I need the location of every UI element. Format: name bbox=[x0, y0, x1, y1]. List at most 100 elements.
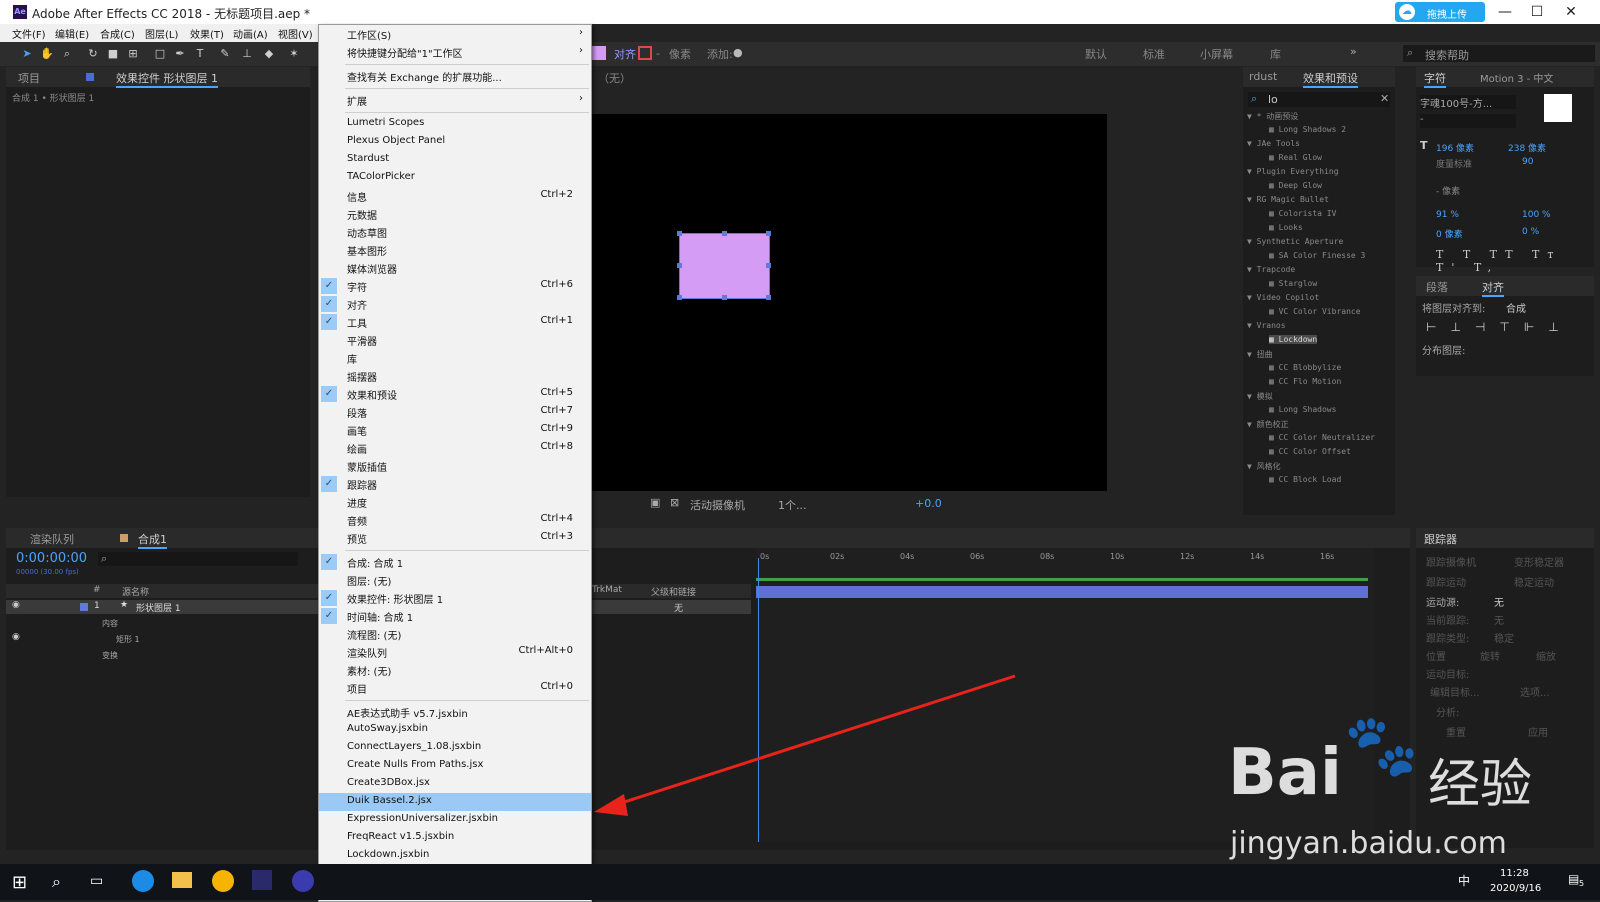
clone-stamp-tool-icon[interactable]: ⊥ bbox=[240, 47, 254, 61]
add-button-icon[interactable]: ● bbox=[733, 46, 743, 59]
puppet-tool-icon[interactable]: ✶ bbox=[287, 47, 301, 61]
playhead[interactable] bbox=[758, 558, 759, 842]
brush-tool-icon[interactable]: ✎ bbox=[218, 47, 232, 61]
layer-name[interactable]: 形状图层 1 bbox=[136, 601, 181, 614]
reset-button[interactable]: 重置 bbox=[1446, 724, 1466, 739]
effect-item[interactable]: ▦ Colorista IV bbox=[1269, 209, 1336, 218]
timeline-track-area[interactable]: 0s 02s 04s 06s 08s 10s 12s 14s 16s bbox=[756, 548, 1374, 842]
workspace-standard[interactable]: 标准 bbox=[1143, 46, 1165, 62]
baseline-shift-value[interactable]: 0 像素 bbox=[1436, 227, 1463, 240]
shape-layer-rectangle[interactable] bbox=[677, 231, 771, 300]
effect-item[interactable]: ▦ CC Block Load bbox=[1269, 475, 1341, 484]
eraser-tool-icon[interactable]: ◆ bbox=[262, 47, 276, 61]
clock-date[interactable]: 2020/9/16 bbox=[1490, 883, 1541, 894]
effects-group[interactable]: ▼ Vranos bbox=[1247, 321, 1286, 330]
fill-color-swatch[interactable] bbox=[592, 46, 606, 60]
camera-select[interactable]: 活动摄像机 bbox=[690, 497, 745, 513]
task-view-icon[interactable]: ▭ bbox=[90, 873, 103, 889]
effects-group[interactable]: ▼ JAe Tools bbox=[1247, 139, 1300, 148]
workspace-default[interactable]: 默认 bbox=[1085, 46, 1107, 62]
vertical-scale-value[interactable]: 91 % bbox=[1436, 210, 1459, 220]
visibility-eye-icon[interactable]: ◉ bbox=[12, 600, 20, 610]
tab-align[interactable]: 对齐 bbox=[1482, 279, 1504, 297]
menu-item[interactable]: 基本图形 bbox=[319, 241, 591, 259]
fill-color-box[interactable] bbox=[1544, 94, 1572, 122]
menu-item[interactable]: FreqReact v1.5.jsxbin bbox=[319, 829, 591, 847]
menu-item[interactable]: 查找有关 Exchange 的扩展功能... bbox=[319, 67, 591, 85]
timecode[interactable]: 0:00:00:00 bbox=[16, 551, 87, 566]
tab-paragraph[interactable]: 段落 bbox=[1426, 279, 1448, 295]
effect-item[interactable]: ▦ Long Shadows bbox=[1269, 405, 1336, 414]
tab-effect-controls[interactable]: 效果控件 形状图层 1 bbox=[116, 70, 218, 88]
rotate-tool-icon[interactable]: ↻ bbox=[86, 47, 100, 61]
menu-item[interactable]: AutoSway.jsxbin bbox=[319, 721, 591, 739]
effects-group[interactable]: ▼ 模拟 bbox=[1247, 391, 1273, 402]
menu-item[interactable]: 段落 Ctrl+7 bbox=[319, 403, 591, 421]
align-buttons[interactable]: ⊢⊥⊣⊤⊩⊥ bbox=[1426, 320, 1573, 334]
camera-tool-icon[interactable]: ■ bbox=[106, 47, 120, 61]
menu-item[interactable]: ✓ 效果控件: 形状图层 1 bbox=[319, 589, 591, 607]
menu-view[interactable]: 视图(V) bbox=[278, 26, 313, 41]
rotation-checkbox[interactable]: 旋转 bbox=[1480, 648, 1500, 663]
effects-group[interactable]: ▼ Synthetic Aperture bbox=[1247, 237, 1343, 246]
kerning-value[interactable]: 度量标准 bbox=[1436, 157, 1472, 170]
menu-item[interactable]: 信息 Ctrl+2 bbox=[319, 187, 591, 205]
pan-behind-tool-icon[interactable]: ⊞ bbox=[126, 47, 140, 61]
menu-item[interactable]: ✓ 效果和预设 Ctrl+5 bbox=[319, 385, 591, 403]
transform-group[interactable]: 变换 bbox=[102, 650, 118, 661]
contents-group[interactable]: 内容 bbox=[102, 618, 118, 629]
upload-widget[interactable]: ☁ 拖拽上传 bbox=[1395, 2, 1485, 22]
menu-item[interactable]: 媒体浏览器 bbox=[319, 259, 591, 277]
edit-target-button[interactable]: 编辑目标... bbox=[1430, 684, 1480, 699]
menu-item[interactable]: ✓ 时间轴: 合成 1 bbox=[319, 607, 591, 625]
font-family-select[interactable]: 字魂100号-方... bbox=[1420, 95, 1516, 110]
pen-tool-icon[interactable]: ✒ bbox=[173, 47, 187, 61]
effects-group[interactable]: ▼ 颜色校正 bbox=[1247, 419, 1289, 430]
menu-item[interactable]: ✓ 跟踪器 bbox=[319, 475, 591, 493]
effects-group[interactable]: ▼ 风格化 bbox=[1247, 461, 1281, 472]
menu-item[interactable]: 音频 Ctrl+4 bbox=[319, 511, 591, 529]
menu-item[interactable]: 画笔 Ctrl+9 bbox=[319, 421, 591, 439]
menu-item[interactable]: 动态草图 bbox=[319, 223, 591, 241]
effect-item[interactable]: ▦ SA Color Finesse 3 bbox=[1269, 251, 1365, 260]
ime-indicator[interactable]: 中 bbox=[1458, 872, 1470, 889]
type-tool-icon[interactable]: T bbox=[193, 47, 207, 61]
menu-composition[interactable]: 合成(C) bbox=[100, 26, 135, 41]
effects-group[interactable]: ▼ Plugin Everything bbox=[1247, 167, 1339, 176]
file-explorer-icon[interactable] bbox=[172, 872, 192, 888]
label-color-icon[interactable] bbox=[80, 603, 88, 611]
effects-group[interactable]: ▼ Trapcode bbox=[1247, 265, 1295, 274]
qq-browser-icon[interactable] bbox=[132, 870, 154, 892]
chrome-icon[interactable] bbox=[212, 870, 234, 892]
after-effects-icon[interactable] bbox=[292, 870, 314, 892]
snapshot-icon[interactable]: ▣ bbox=[650, 496, 660, 509]
stroke-width-value[interactable]: - 像素 bbox=[1436, 184, 1460, 197]
menu-item[interactable]: 素材: (无) bbox=[319, 661, 591, 679]
composition-canvas[interactable] bbox=[590, 114, 1107, 491]
rectangle-group[interactable]: 矩形 1 bbox=[116, 634, 140, 645]
track-motion-button[interactable]: 跟踪运动 bbox=[1426, 574, 1466, 589]
menu-item[interactable]: 元数据 bbox=[319, 205, 591, 223]
current-track-select[interactable]: 无 bbox=[1494, 612, 1504, 627]
parent-select[interactable]: 无 bbox=[674, 601, 683, 614]
menu-item[interactable]: AE表达式助手 v5.7.jsxbin bbox=[319, 703, 591, 721]
menu-item[interactable]: Duik Bassel.2.jsx bbox=[319, 793, 591, 811]
effect-item[interactable]: ▦ VC Color Vibrance bbox=[1269, 307, 1361, 316]
rectangle-tool-icon[interactable]: □ bbox=[153, 47, 167, 61]
tab-project[interactable]: 项目 bbox=[18, 70, 40, 86]
zoom-tool-icon[interactable]: ⌕ bbox=[60, 47, 74, 61]
menu-item[interactable]: Plexus Object Panel bbox=[319, 133, 591, 151]
menu-item[interactable]: ✓ 对齐 bbox=[319, 295, 591, 313]
view-layout-select[interactable]: 1个... bbox=[778, 497, 807, 513]
horizontal-scale-value[interactable]: 100 % bbox=[1522, 210, 1551, 220]
time-ruler[interactable]: 0s 02s 04s 06s 08s 10s 12s 14s 16s bbox=[756, 552, 1374, 570]
tab-motion3[interactable]: Motion 3 - 中文 bbox=[1480, 70, 1553, 85]
effect-item[interactable]: ▦ CC Flo Motion bbox=[1269, 377, 1341, 386]
effects-group[interactable]: ▼ RG Magic Bullet bbox=[1247, 195, 1329, 204]
selection-tool-icon[interactable]: ➤ bbox=[20, 47, 34, 61]
menu-item[interactable]: 绘画 Ctrl+8 bbox=[319, 439, 591, 457]
work-area-bar[interactable] bbox=[756, 578, 1368, 581]
tab-render-queue[interactable]: 渲染队列 bbox=[30, 531, 74, 547]
warp-stabilizer-button[interactable]: 变形稳定器 bbox=[1514, 554, 1564, 569]
leading-value[interactable]: 238 像素 bbox=[1508, 141, 1546, 154]
